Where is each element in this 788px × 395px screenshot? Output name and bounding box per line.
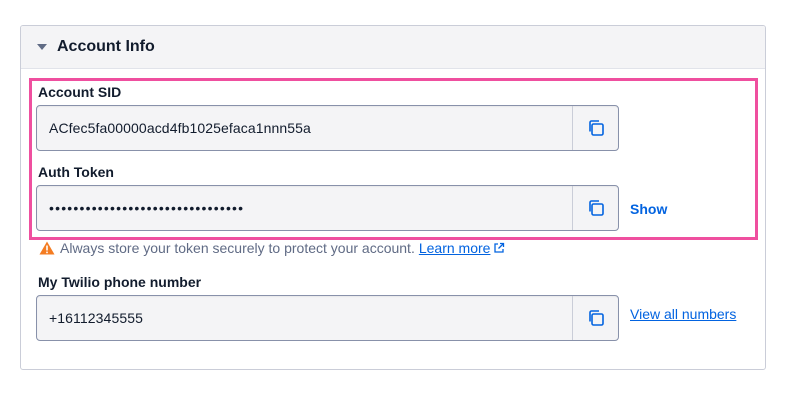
section-title: Account Info [57, 38, 155, 55]
caret-down-icon[interactable] [37, 44, 47, 50]
account-sid-label: Account SID [38, 84, 122, 100]
phone-number-label: My Twilio phone number [38, 274, 202, 290]
account-sid-field: ACfec5fa00000acd4fb1025efaca1nnn55a [36, 105, 619, 151]
auth-token-label: Auth Token [38, 164, 114, 180]
copy-account-sid-button[interactable] [572, 106, 618, 150]
view-all-numbers-link[interactable]: View all numbers [630, 306, 736, 322]
show-token-button[interactable]: Show [630, 201, 667, 217]
warning-text: Always store your token securely to prot… [60, 240, 415, 256]
account-sid-value[interactable]: ACfec5fa00000acd4fb1025efaca1nnn55a [37, 120, 572, 136]
phone-number-value[interactable]: +16112345555 [37, 310, 572, 326]
warning-icon [39, 241, 55, 255]
auth-token-field: •••••••••••••••••••••••••••••••• [36, 185, 619, 231]
copy-icon [588, 310, 604, 326]
copy-icon [588, 120, 604, 136]
token-warning: Always store your token securely to prot… [39, 239, 505, 257]
learn-more-link[interactable]: Learn more [419, 240, 491, 256]
copy-icon [588, 200, 604, 216]
account-info-header[interactable]: Account Info [21, 26, 765, 69]
phone-number-field: +16112345555 [36, 295, 619, 341]
auth-token-value[interactable]: •••••••••••••••••••••••••••••••• [37, 200, 572, 216]
external-link-icon[interactable] [493, 242, 505, 254]
copy-auth-token-button[interactable] [572, 186, 618, 230]
copy-phone-number-button[interactable] [572, 296, 618, 340]
